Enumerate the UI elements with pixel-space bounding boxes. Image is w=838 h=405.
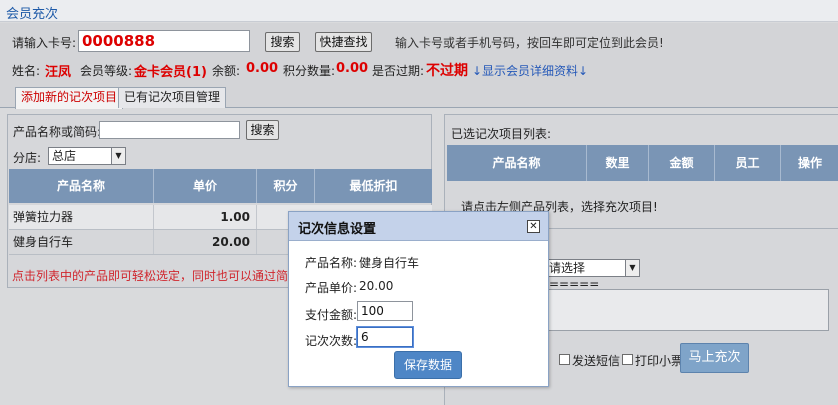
tab-manage-items[interactable]: 已有记次项目管理 bbox=[118, 87, 227, 108]
selected-items-title: 已选记次项目列表: bbox=[451, 127, 552, 141]
dialog-product-name: 健身自行车 bbox=[359, 256, 420, 270]
balance-value: 0.00 bbox=[246, 61, 279, 76]
member-level: 金卡会员(1) bbox=[134, 65, 207, 80]
dialog-price-label: 产品单价: bbox=[305, 281, 358, 295]
product-search-button[interactable]: 搜索 bbox=[246, 120, 279, 140]
send-sms-checkbox[interactable] bbox=[559, 354, 570, 365]
selected-table-header: 产品名称 数里 金额 员工 操作 bbox=[447, 145, 838, 181]
product-table-header: 产品名称 单价 积分 最低折扣 bbox=[9, 169, 432, 203]
print-receipt-checkbox[interactable] bbox=[622, 354, 633, 365]
member-info-bar: 姓名: 汪凤 会员等级: 金卡会员(1) 余额: 0.00 积分数量: 0.00… bbox=[0, 57, 838, 82]
row-product-name: 弹簧拉力器 bbox=[13, 205, 154, 229]
member-name: 汪凤 bbox=[45, 65, 72, 80]
col-product-name: 产品名称 bbox=[447, 145, 587, 181]
count-settings-dialog: 记次信息设置 ✕ 产品名称: 健身自行车 产品单价: 20.00 支付金额: 1… bbox=[288, 211, 549, 387]
balance-label: 余额: bbox=[212, 64, 241, 78]
card-number-input[interactable]: 0000888 bbox=[78, 30, 250, 52]
col-quantity: 数里 bbox=[587, 145, 649, 181]
name-label: 姓名: bbox=[12, 64, 41, 78]
row-price: 1.00 bbox=[154, 205, 257, 229]
col-product-name: 产品名称 bbox=[9, 169, 154, 203]
show-member-details-link[interactable]: ↓显示会员详细资料↓ bbox=[472, 62, 588, 79]
count-input[interactable]: 6 bbox=[357, 327, 413, 347]
quick-find-button[interactable]: 快捷查找 bbox=[315, 32, 372, 52]
save-data-button[interactable]: 保存数据 bbox=[394, 351, 462, 379]
staff-select-value: 请选择 ===== bbox=[549, 261, 600, 291]
store-select[interactable]: 总店 ▼ bbox=[48, 147, 126, 165]
col-price: 单价 bbox=[154, 169, 257, 203]
store-select-value: 总店 bbox=[52, 149, 77, 163]
chevron-down-icon: ▼ bbox=[111, 148, 125, 164]
member-search-bar: 请输入卡号: 0000888 搜索 快捷查找 输入卡号或者手机号码，按回车即可定… bbox=[0, 23, 838, 57]
print-receipt-label: 打印小票 bbox=[635, 354, 684, 368]
pay-amount-input[interactable]: 100 bbox=[357, 301, 413, 321]
chevron-down-icon: ▼ bbox=[625, 260, 639, 276]
dialog-price: 20.00 bbox=[359, 279, 394, 293]
count-label: 记次次数: bbox=[305, 334, 358, 348]
dialog-title-bar: 记次信息设置 ✕ bbox=[289, 212, 548, 241]
search-button[interactable]: 搜索 bbox=[265, 32, 300, 52]
product-search-input[interactable] bbox=[99, 121, 240, 139]
product-search-label: 产品名称或简码: bbox=[13, 125, 102, 139]
col-action: 操作 bbox=[797, 156, 822, 170]
submit-recharge-button[interactable]: 马上充次 bbox=[680, 343, 749, 373]
tab-add-new-item[interactable]: 添加新的记次项目 bbox=[15, 87, 124, 109]
points-label: 积分数量: bbox=[283, 64, 336, 78]
dialog-title: 记次信息设置 bbox=[298, 222, 377, 237]
col-amount: 金额 bbox=[649, 145, 715, 181]
page-title: 会员充次 bbox=[6, 7, 59, 22]
row-product-name: 健身自行车 bbox=[13, 230, 154, 254]
close-icon[interactable]: ✕ bbox=[527, 220, 540, 233]
pay-amount-label: 支付金额: bbox=[305, 308, 358, 322]
title-bar: 会员充次 bbox=[0, 0, 838, 22]
row-price: 20.00 bbox=[154, 230, 257, 254]
tabs-bar: 添加新的记次项目 已有记次项目管理 bbox=[0, 82, 838, 109]
store-label: 分店: bbox=[13, 151, 42, 165]
expired-label: 是否过期: bbox=[372, 64, 425, 78]
col-staff: 员工 bbox=[715, 145, 781, 181]
dialog-product-name-label: 产品名称: bbox=[305, 256, 358, 270]
col-min-discount: 最低折扣 bbox=[349, 179, 398, 193]
search-hint: 输入卡号或者手机号码，按回车即可定位到此会员! bbox=[395, 36, 664, 50]
remark-textarea[interactable] bbox=[545, 289, 829, 331]
level-label: 会员等级: bbox=[80, 64, 133, 78]
send-sms-label: 发送短信 bbox=[572, 354, 621, 368]
card-label: 请输入卡号: bbox=[12, 36, 77, 50]
staff-select[interactable]: 请选择 ===== ▼ bbox=[545, 259, 640, 291]
points-value: 0.00 bbox=[336, 61, 369, 76]
col-points: 积分 bbox=[257, 169, 315, 203]
expired-status: 不过期 bbox=[426, 63, 468, 79]
